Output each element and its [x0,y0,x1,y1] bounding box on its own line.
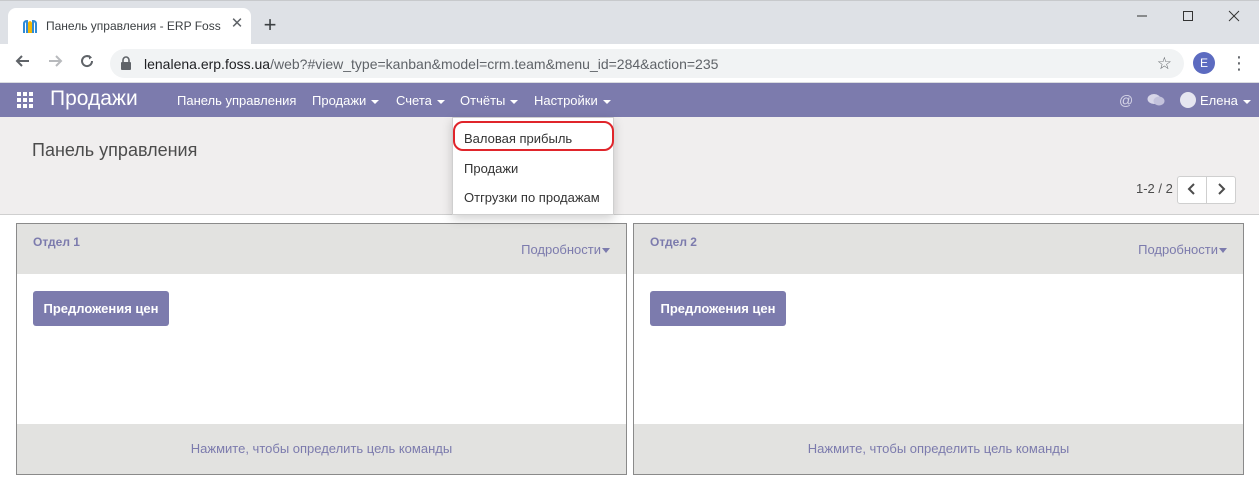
apps-grid-icon[interactable] [17,92,33,108]
address-bar[interactable]: lenalena.erp.foss.ua/web?#view_type=kanb… [110,49,1184,78]
back-arrow-icon[interactable] [12,52,34,74]
details-label: Подробности [521,242,601,257]
menu-item-sales-shipments[interactable]: Отгрузки по продажам [464,190,600,205]
caret-down-icon [371,99,380,104]
chevron-left-icon [1187,183,1195,195]
nav-item-label: Счета [396,93,432,108]
pager-value[interactable]: 1-2 / 2 [1136,181,1173,196]
tab-title: Панель управления - ERP Foss [46,19,221,33]
chevron-right-icon [1218,183,1226,195]
caret-down-icon [602,99,611,104]
window-maximize-icon[interactable] [1166,5,1210,29]
new-tab-button[interactable]: + [260,14,280,36]
url-path: /web?#view_type=kanban&model=crm.team&me… [270,56,719,72]
set-team-target-link[interactable]: Нажмите, чтобы определить цель команды [17,424,626,474]
window-close-icon[interactable] [1212,5,1256,29]
team-card: Отдел 1 Подробности Предложения цен Нажм… [16,223,627,475]
user-menu[interactable]: Елена [1200,93,1251,108]
user-name-label: Елена [1200,93,1238,108]
app-navbar: Продажи Панель управления Продажи Счета … [0,83,1259,117]
set-team-target-link[interactable]: Нажмите, чтобы определить цель команды [634,424,1243,474]
details-dropdown[interactable]: Подробности [1138,242,1227,257]
caret-down-icon [510,99,519,104]
browser-toolbar: lenalena.erp.foss.ua/web?#view_type=kanb… [0,44,1259,83]
nav-item-label: Продажи [312,93,367,108]
profile-avatar[interactable]: E [1193,52,1215,74]
caret-down-icon [1242,99,1251,104]
url-text[interactable]: lenalena.erp.foss.ua/web?#view_type=kanb… [144,56,718,72]
browser-menu-icon[interactable]: ⋮ [1230,52,1248,74]
menu-item-sales[interactable]: Продажи [464,161,518,176]
details-label: Подробности [1138,242,1218,257]
app-brand[interactable]: Продажи [50,87,138,111]
nav-item-label: Отчёты [460,93,506,108]
reload-icon[interactable] [76,52,98,74]
browser-tab[interactable]: Панель управления - ERP Foss ✕ [8,8,251,45]
caret-down-icon [1219,248,1227,254]
caret-down-icon [436,99,445,104]
nav-item-dashboard[interactable]: Панель управления [177,93,296,108]
quotations-button[interactable]: Предложения цен [650,291,786,326]
team-card: Отдел 2 Подробности Предложения цен Нажм… [633,223,1244,475]
details-dropdown[interactable]: Подробности [521,242,610,257]
control-panel: Панель управления 1-2 / 2 [0,117,1259,215]
erp-favicon-icon [23,19,37,33]
caret-down-icon [602,248,610,254]
bookmark-star-icon[interactable]: ☆ [1157,54,1172,74]
chat-bubbles-icon[interactable] [1147,93,1165,107]
card-header: Отдел 1 Подробности [17,224,626,274]
user-avatar[interactable] [1180,92,1196,108]
url-host: lenalena.erp.foss.ua [144,56,271,72]
pager-next-button[interactable] [1206,176,1236,204]
nav-item-label: Панель управления [177,93,297,108]
nav-item-sales[interactable]: Продажи [312,93,380,108]
team-name[interactable]: Отдел 1 [33,235,80,249]
forward-arrow-icon[interactable] [44,52,66,74]
window-minimize-icon[interactable] [1120,5,1164,29]
tab-close-icon[interactable]: ✕ [229,16,245,32]
nav-item-label: Настройки [534,93,598,108]
nav-item-invoices[interactable]: Счета [396,93,445,108]
highlight-annotation [453,121,614,151]
team-name[interactable]: Отдел 2 [650,235,697,249]
nav-item-reports[interactable]: Отчёты [460,93,519,108]
page-title: Панель управления [32,140,198,160]
browser-tab-strip: Панель управления - ERP Foss ✕ + [0,0,1259,45]
quotations-button[interactable]: Предложения цен [33,291,169,326]
at-mention-icon[interactable]: @ [1119,92,1133,108]
kanban-view: Отдел 1 Подробности Предложения цен Нажм… [0,216,1259,487]
nav-item-settings[interactable]: Настройки [534,93,611,108]
card-header: Отдел 2 Подробности [634,224,1243,274]
lock-icon [121,56,131,70]
pager-previous-button[interactable] [1177,176,1207,204]
